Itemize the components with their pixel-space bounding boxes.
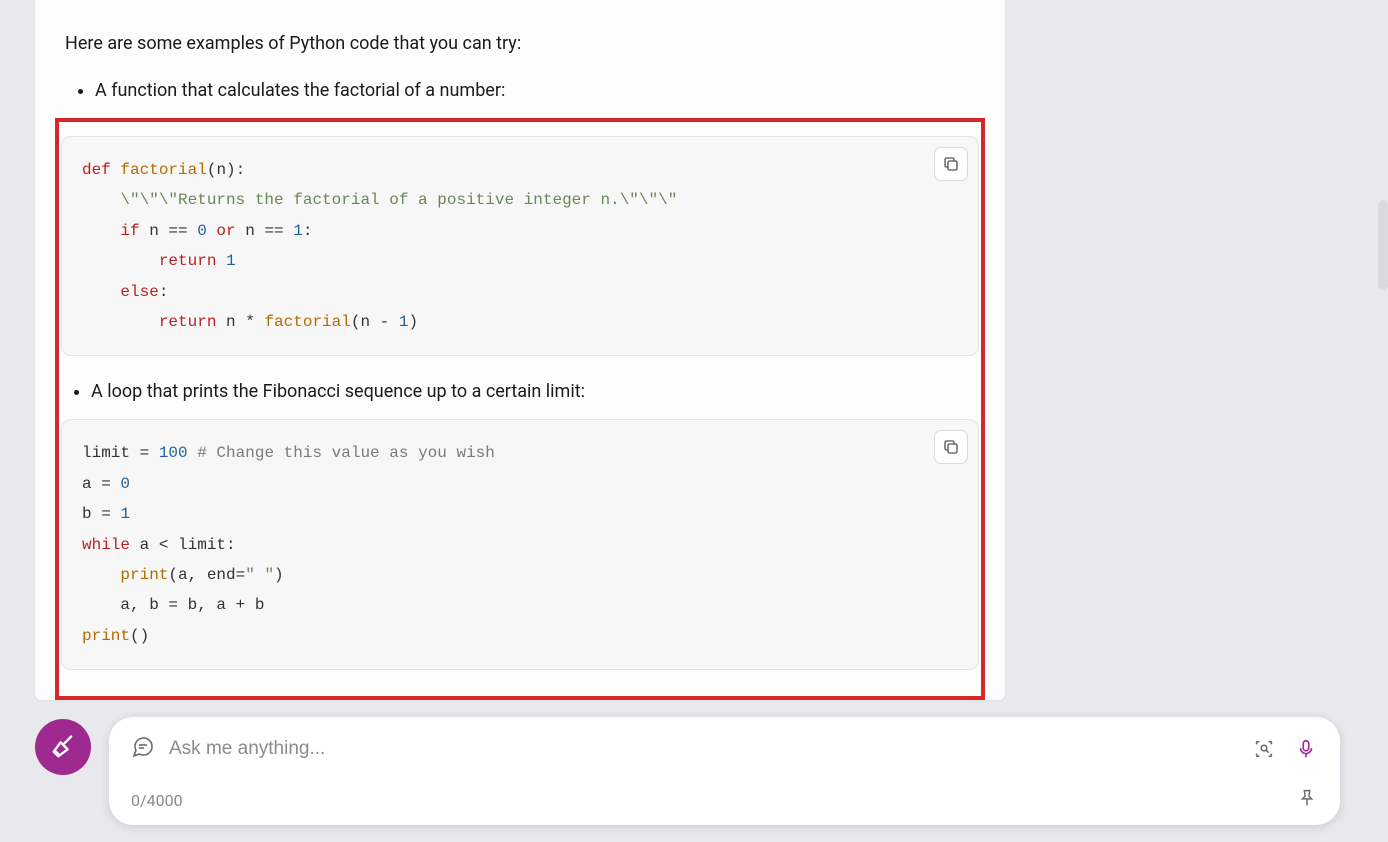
- pin-button[interactable]: [1296, 787, 1318, 813]
- copy-icon: [942, 438, 960, 456]
- bullet-item-1: A function that calculates the factorial…: [95, 77, 975, 104]
- code-comment: # Change this value as you wish: [188, 444, 495, 462]
- chat-icon: [131, 735, 155, 763]
- broom-icon: [49, 733, 77, 761]
- intro-text: Here are some examples of Python code th…: [65, 30, 975, 57]
- input-box: 0/4000: [109, 717, 1340, 825]
- docstring: \"\"\"Returns the factorial of a positiv…: [82, 191, 677, 209]
- input-area: 0/4000: [35, 717, 1340, 827]
- bullet-list-2: A loop that prints the Fibonacci sequenc…: [61, 378, 979, 405]
- char-counter: 0/4000: [131, 791, 183, 810]
- microphone-button[interactable]: [1294, 737, 1318, 761]
- function-name: factorial: [120, 161, 206, 179]
- visual-search-button[interactable]: [1252, 737, 1276, 761]
- code-block-fibonacci: limit = 100 # Change this value as you w…: [61, 419, 979, 670]
- code-block-factorial: def factorial(n): \"\"\"Returns the fact…: [61, 136, 979, 356]
- copy-button[interactable]: [934, 147, 968, 181]
- bullet-list: A function that calculates the factorial…: [65, 77, 975, 104]
- copy-button[interactable]: [934, 430, 968, 464]
- bullet-item-2: A loop that prints the Fibonacci sequenc…: [91, 378, 979, 405]
- scrollbar[interactable]: [1378, 200, 1388, 290]
- chat-response-area: Here are some examples of Python code th…: [35, 0, 1005, 700]
- chat-input[interactable]: [169, 738, 1238, 760]
- keyword-def: def: [82, 161, 111, 179]
- copy-icon: [942, 155, 960, 173]
- new-topic-button[interactable]: [35, 719, 91, 775]
- highlighted-region: def factorial(n): \"\"\"Returns the fact…: [55, 118, 985, 700]
